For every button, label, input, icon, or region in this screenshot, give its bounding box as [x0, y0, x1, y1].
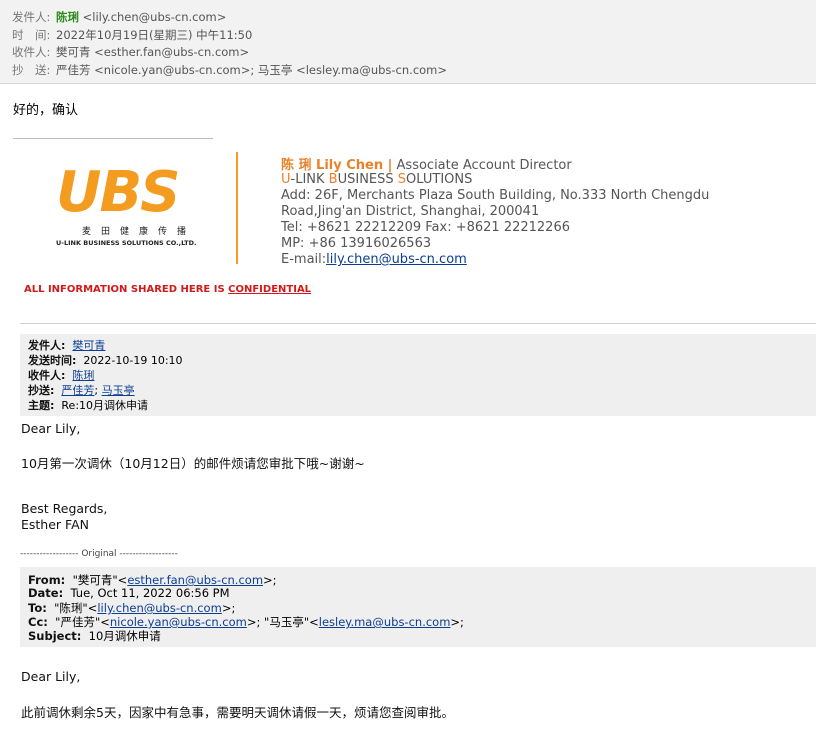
q1-from-row: 发件人: 樊可青	[28, 337, 105, 353]
company-initial-s: S	[397, 172, 407, 187]
signature-title: Associate Account Director	[396, 158, 572, 173]
q1-regards: Best Regards,	[21, 501, 108, 516]
q2-from-name: "樊可青"<	[72, 573, 128, 587]
signature-email-link[interactable]: lily.chen@ubs-cn.com	[326, 252, 467, 267]
signature-address-1: Add: 26F, Merchants Plaza South Building…	[281, 188, 710, 203]
q2-cc-label: Cc:	[28, 615, 48, 629]
company-part-3: OLUTIONS	[406, 172, 473, 187]
logo-chinese-text: 麦田健康传播	[82, 227, 197, 237]
confidential-notice: ALL INFORMATION SHARED HERE IS CONFIDENT…	[24, 284, 311, 295]
q2-greeting: Dear Lily,	[21, 669, 81, 684]
q2-from-label: From:	[28, 573, 66, 587]
header-time-label: 时 间:	[12, 28, 51, 42]
q2-to-label: To:	[28, 601, 47, 615]
signature-address-2: Road,Jing'an District, Shanghai, 200041	[281, 204, 540, 219]
q1-to-row: 收件人: 陈琍	[28, 367, 94, 383]
q2-cc-name-1: "严佳芳"<	[55, 615, 110, 629]
q1-sent-value: 2022-10-19 10:10	[83, 354, 183, 367]
signature-vertical-bar	[236, 152, 238, 264]
logo-wordmark: UBS	[56, 160, 180, 225]
header-time-row: 时 间: 2022年10月19日(星期三) 中午11:50	[12, 27, 252, 43]
q2-subject-row: Subject: 10月调休申请	[28, 628, 161, 644]
q1-to-link[interactable]: 陈琍	[72, 369, 94, 382]
header-cc-row: 抄 送: 严佳芳 <nicole.yan@ubs-cn.com>; 马玉亭 <le…	[12, 62, 447, 78]
mail-header: 发件人: 陈琍 <lily.chen@ubs-cn.com> 时 间: 2022年1…	[0, 0, 816, 84]
q1-cc-link-2[interactable]: 马玉亭	[102, 384, 135, 397]
q1-body: 10月第一次调休（10月12日）的邮件烦请您审批下哦~谢谢~	[21, 456, 365, 471]
company-logo: UBS 麦田健康传播 U-LINK BUSINESS SOLUTIONS CO.…	[52, 162, 224, 254]
header-cc-label: 抄 送:	[12, 63, 51, 77]
logo-english-text: U-LINK BUSINESS SOLUTIONS CO.,LTD.	[56, 239, 197, 247]
header-to-row: 收件人: 樊可青 <esther.fan@ubs-cn.com>	[12, 44, 249, 60]
q2-to-name: "陈琍"<	[54, 601, 98, 615]
q1-cc-row: 抄送: 严佳芳; 马玉亭	[28, 382, 135, 398]
q1-sent-row: 发送时间: 2022-10-19 10:10	[28, 352, 183, 368]
q2-date-label: Date:	[28, 586, 64, 600]
q1-cc-link-1[interactable]: 严佳芳	[61, 384, 94, 397]
signature-mobile: MP: +86 13916026563	[281, 236, 432, 251]
confidential-word: CONFIDENTIAL	[228, 284, 312, 295]
q1-from-link[interactable]: 樊可青	[72, 339, 105, 352]
q2-date-row: Date: Tue, Oct 11, 2022 06:56 PM	[28, 586, 230, 600]
q2-to-email-link[interactable]: lily.chen@ubs-cn.com	[97, 601, 221, 615]
q2-from-end: >;	[263, 573, 277, 587]
q2-subject-label: Subject:	[28, 629, 82, 643]
q1-sent-label: 发送时间:	[28, 354, 77, 367]
signature-divider	[13, 138, 213, 139]
q2-subject-value: 10月调休申请	[88, 629, 161, 643]
header-cc-value[interactable]: 严佳芳 <nicole.yan@ubs-cn.com>; 马玉亭 <lesley…	[56, 63, 447, 77]
q1-cc-label: 抄送:	[28, 384, 55, 397]
original-divider: ------------------ Original ------------…	[20, 549, 178, 559]
q1-greeting: Dear Lily,	[21, 421, 81, 436]
signature-email-label: E-mail:	[281, 252, 327, 267]
signature-name-line: 陈 琍 Lily Chen | Associate Account Direct…	[281, 154, 572, 173]
signature-email-line: E-mail:lily.chen@ubs-cn.com	[281, 252, 467, 267]
company-initial-b: B	[328, 172, 338, 187]
confidential-prefix: ALL INFORMATION SHARED HERE IS	[24, 284, 229, 295]
quoted-header-2: From: "樊可青"<esther.fan@ubs-cn.com>; Date…	[20, 567, 816, 647]
header-sender-email[interactable]: <lily.chen@ubs-cn.com>	[83, 10, 227, 24]
reply-text: 好的，确认	[13, 103, 79, 118]
q1-subject-value: Re:10月调休申请	[61, 399, 149, 412]
header-to-value[interactable]: 樊可青 <esther.fan@ubs-cn.com>	[56, 45, 249, 59]
header-from-row: 发件人: 陈琍 <lily.chen@ubs-cn.com>	[12, 9, 226, 25]
signature-company: U-LINK BUSINESS SOLUTIONS	[281, 172, 472, 187]
q1-cc-separator: ;	[94, 384, 102, 397]
company-initial-u: U	[281, 172, 291, 187]
q1-subject-row: 主题: Re:10月调休申请	[28, 397, 148, 413]
header-to-label: 收件人:	[12, 45, 51, 59]
header-sender-name[interactable]: 陈琍	[56, 10, 79, 24]
q1-from-label: 发件人:	[28, 339, 66, 352]
q2-from-email-link[interactable]: esther.fan@ubs-cn.com	[127, 573, 263, 587]
company-part-1: -LINK	[290, 172, 329, 187]
q2-body: 此前调休剩余5天，因家中有急事，需要明天调休请假一天，烦请您查阅审批。	[21, 705, 454, 720]
q2-cc-email-link-2[interactable]: lesley.ma@ubs-cn.com	[319, 615, 451, 629]
quoted-header-1: 发件人: 樊可青 发送时间: 2022-10-19 10:10 收件人: 陈琍 …	[20, 334, 816, 416]
header-time-value: 2022年10月19日(星期三) 中午11:50	[56, 28, 253, 42]
q2-cc-middle: >; "马玉亭"<	[246, 615, 319, 629]
signature-tel: Tel: +8621 22212209 Fax: +8621 22212266	[281, 220, 570, 235]
company-part-2: USINESS	[337, 172, 398, 187]
q2-cc-end: >;	[450, 615, 464, 629]
q1-to-label: 收件人:	[28, 369, 66, 382]
q2-cc-email-link-1[interactable]: nicole.yan@ubs-cn.com	[110, 615, 247, 629]
q1-subject-label: 主题:	[28, 399, 55, 412]
q2-to-end: >;	[221, 601, 236, 615]
quote-divider	[20, 323, 816, 324]
signature-name: 陈 琍 Lily Chen |	[281, 158, 393, 173]
q2-date-value: Tue, Oct 11, 2022 06:56 PM	[70, 586, 230, 600]
q1-signoff: Esther FAN	[21, 517, 89, 532]
header-from-label: 发件人:	[12, 10, 51, 24]
